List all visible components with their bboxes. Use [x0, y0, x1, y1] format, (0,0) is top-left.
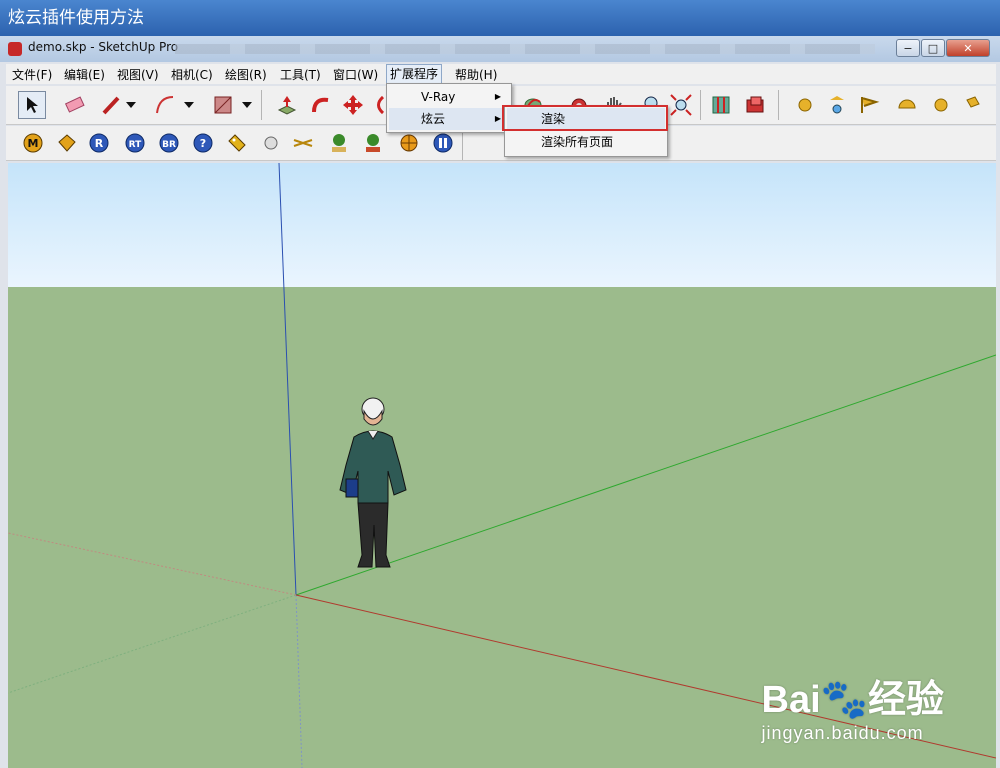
submenu-arrow-icon: ▶ — [494, 92, 501, 101]
submenu-arrow-icon: ▶ — [494, 114, 501, 123]
toolbar-separator — [778, 90, 779, 120]
vray-ies-light-icon[interactable] — [856, 92, 882, 118]
model-viewport[interactable]: Bai🐾经验 jingyan.baidu.com — [8, 163, 996, 768]
rectangle-icon[interactable] — [210, 92, 236, 118]
vray-material-editor-icon[interactable]: M — [20, 130, 46, 156]
follow-me-icon[interactable] — [308, 92, 334, 118]
menu-item-xuanyun-label: 炫云 — [421, 112, 446, 126]
menu-tools[interactable]: 工具(T) — [277, 66, 324, 83]
watermark-url: jingyan.baidu.com — [761, 723, 924, 743]
menu-file[interactable]: 文件(F) — [9, 66, 55, 83]
menu-extensions[interactable]: 扩展程序 — [386, 64, 443, 84]
red-axis-hidden — [8, 532, 297, 596]
menu-help[interactable]: 帮助(H) — [452, 66, 500, 83]
blurred-titlebar-region — [175, 44, 875, 54]
vray-light-sphere-icon[interactable] — [792, 92, 818, 118]
extensions-dropdown-menu: V-Ray ▶ 炫云 ▶ — [386, 83, 512, 133]
vray-render-icon[interactable]: R — [86, 130, 112, 156]
vray-dome-light-icon[interactable] — [894, 92, 920, 118]
toolbar2-label-br: BR — [162, 140, 176, 150]
watermark-brand: Bai — [761, 679, 821, 721]
blue-axis-hidden — [295, 594, 303, 768]
menu-item-vray-label: V-Ray — [421, 90, 456, 104]
toolbar-separator — [700, 90, 701, 120]
sketchup-window: demo.skp - SketchUp Pro − □ ✕ 文件(F) 编辑(E… — [0, 36, 1000, 768]
toolbar2-label-help: ? — [200, 137, 206, 150]
toolbar2-label-m: M — [28, 137, 39, 150]
blue-axis — [278, 163, 297, 596]
3d-warehouse-icon[interactable] — [742, 92, 768, 118]
select-tool-icon[interactable] — [18, 91, 46, 119]
annotation-highlight-box — [502, 105, 668, 131]
toolbar-separator — [462, 130, 463, 160]
article-title: 炫云插件使用方法 — [8, 8, 144, 28]
menu-edit[interactable]: 编辑(E) — [61, 66, 108, 83]
help-icon[interactable]: ? — [190, 130, 216, 156]
menu-item-vray[interactable]: V-Ray ▶ — [389, 86, 509, 108]
sketchup-app-icon — [8, 42, 22, 56]
window-title: demo.skp - SketchUp Pro — [28, 40, 179, 54]
vray-tag-icon[interactable] — [224, 130, 250, 156]
shape-dropdown-icon[interactable] — [240, 92, 254, 118]
push-pull-icon[interactable] — [274, 92, 300, 118]
move-icon[interactable] — [340, 92, 366, 118]
article-title-banner: 炫云插件使用方法 — [0, 0, 1000, 36]
menu-view[interactable]: 视图(V) — [114, 66, 162, 83]
vray-rt-render-icon[interactable]: RT — [122, 130, 148, 156]
vray-sphere-gray-icon[interactable] — [258, 130, 284, 156]
window-titlebar: demo.skp - SketchUp Pro − □ ✕ — [0, 36, 1000, 62]
vray-sphere-icon[interactable] — [928, 92, 954, 118]
vray-fur-icon[interactable] — [290, 130, 316, 156]
vray-options-icon[interactable] — [54, 130, 80, 156]
zoom-extents-icon[interactable] — [668, 92, 694, 118]
vray-spot-light-icon[interactable] — [824, 92, 850, 118]
menu-item-render-all-pages[interactable]: 渲染所有页面 — [507, 131, 665, 153]
vray-sun-target-icon[interactable] — [396, 130, 422, 156]
toolbar2-label-rt: RT — [129, 140, 143, 150]
vray-batch-render-icon[interactable]: BR — [156, 130, 182, 156]
pause-icon[interactable] — [430, 130, 456, 156]
arc-icon[interactable] — [152, 92, 178, 118]
watermark-brand2: 经验 — [867, 679, 944, 721]
maximize-button[interactable]: □ — [921, 39, 945, 57]
paw-icon: 🐾 — [820, 679, 868, 721]
map-icon[interactable] — [708, 92, 734, 118]
menu-bar: 文件(F) 编辑(E) 视图(V) 相机(C) 绘图(R) 工具(T) 窗口(W… — [6, 64, 996, 84]
vray-mesh-light-icon[interactable] — [960, 92, 986, 118]
menu-draw[interactable]: 绘图(R) — [222, 66, 270, 83]
green-axis-hidden — [8, 594, 297, 694]
menu-item-xuanyun[interactable]: 炫云 ▶ — [389, 108, 509, 130]
minimize-button[interactable]: − — [896, 39, 920, 57]
person-figure[interactable] — [328, 395, 428, 595]
baidu-jingyan-watermark: Bai🐾经验 jingyan.baidu.com — [762, 668, 944, 744]
menu-item-render-all-pages-label: 渲染所有页面 — [541, 135, 614, 149]
menu-camera[interactable]: 相机(C) — [168, 66, 216, 83]
vray-proxy-tree-icon[interactable] — [326, 130, 352, 156]
arc-dropdown-icon[interactable] — [182, 92, 196, 118]
pencil-dropdown-icon[interactable] — [124, 92, 138, 118]
toolbar-separator — [261, 90, 262, 120]
close-button[interactable]: ✕ — [946, 39, 990, 57]
pencil-icon[interactable] — [98, 92, 124, 118]
rotate-icon[interactable] — [372, 92, 386, 118]
eraser-icon[interactable] — [62, 92, 88, 118]
toolbar2-label-r: R — [95, 137, 104, 150]
menu-window[interactable]: 窗口(W) — [330, 66, 381, 83]
vray-proxy-export-icon[interactable] — [360, 130, 386, 156]
